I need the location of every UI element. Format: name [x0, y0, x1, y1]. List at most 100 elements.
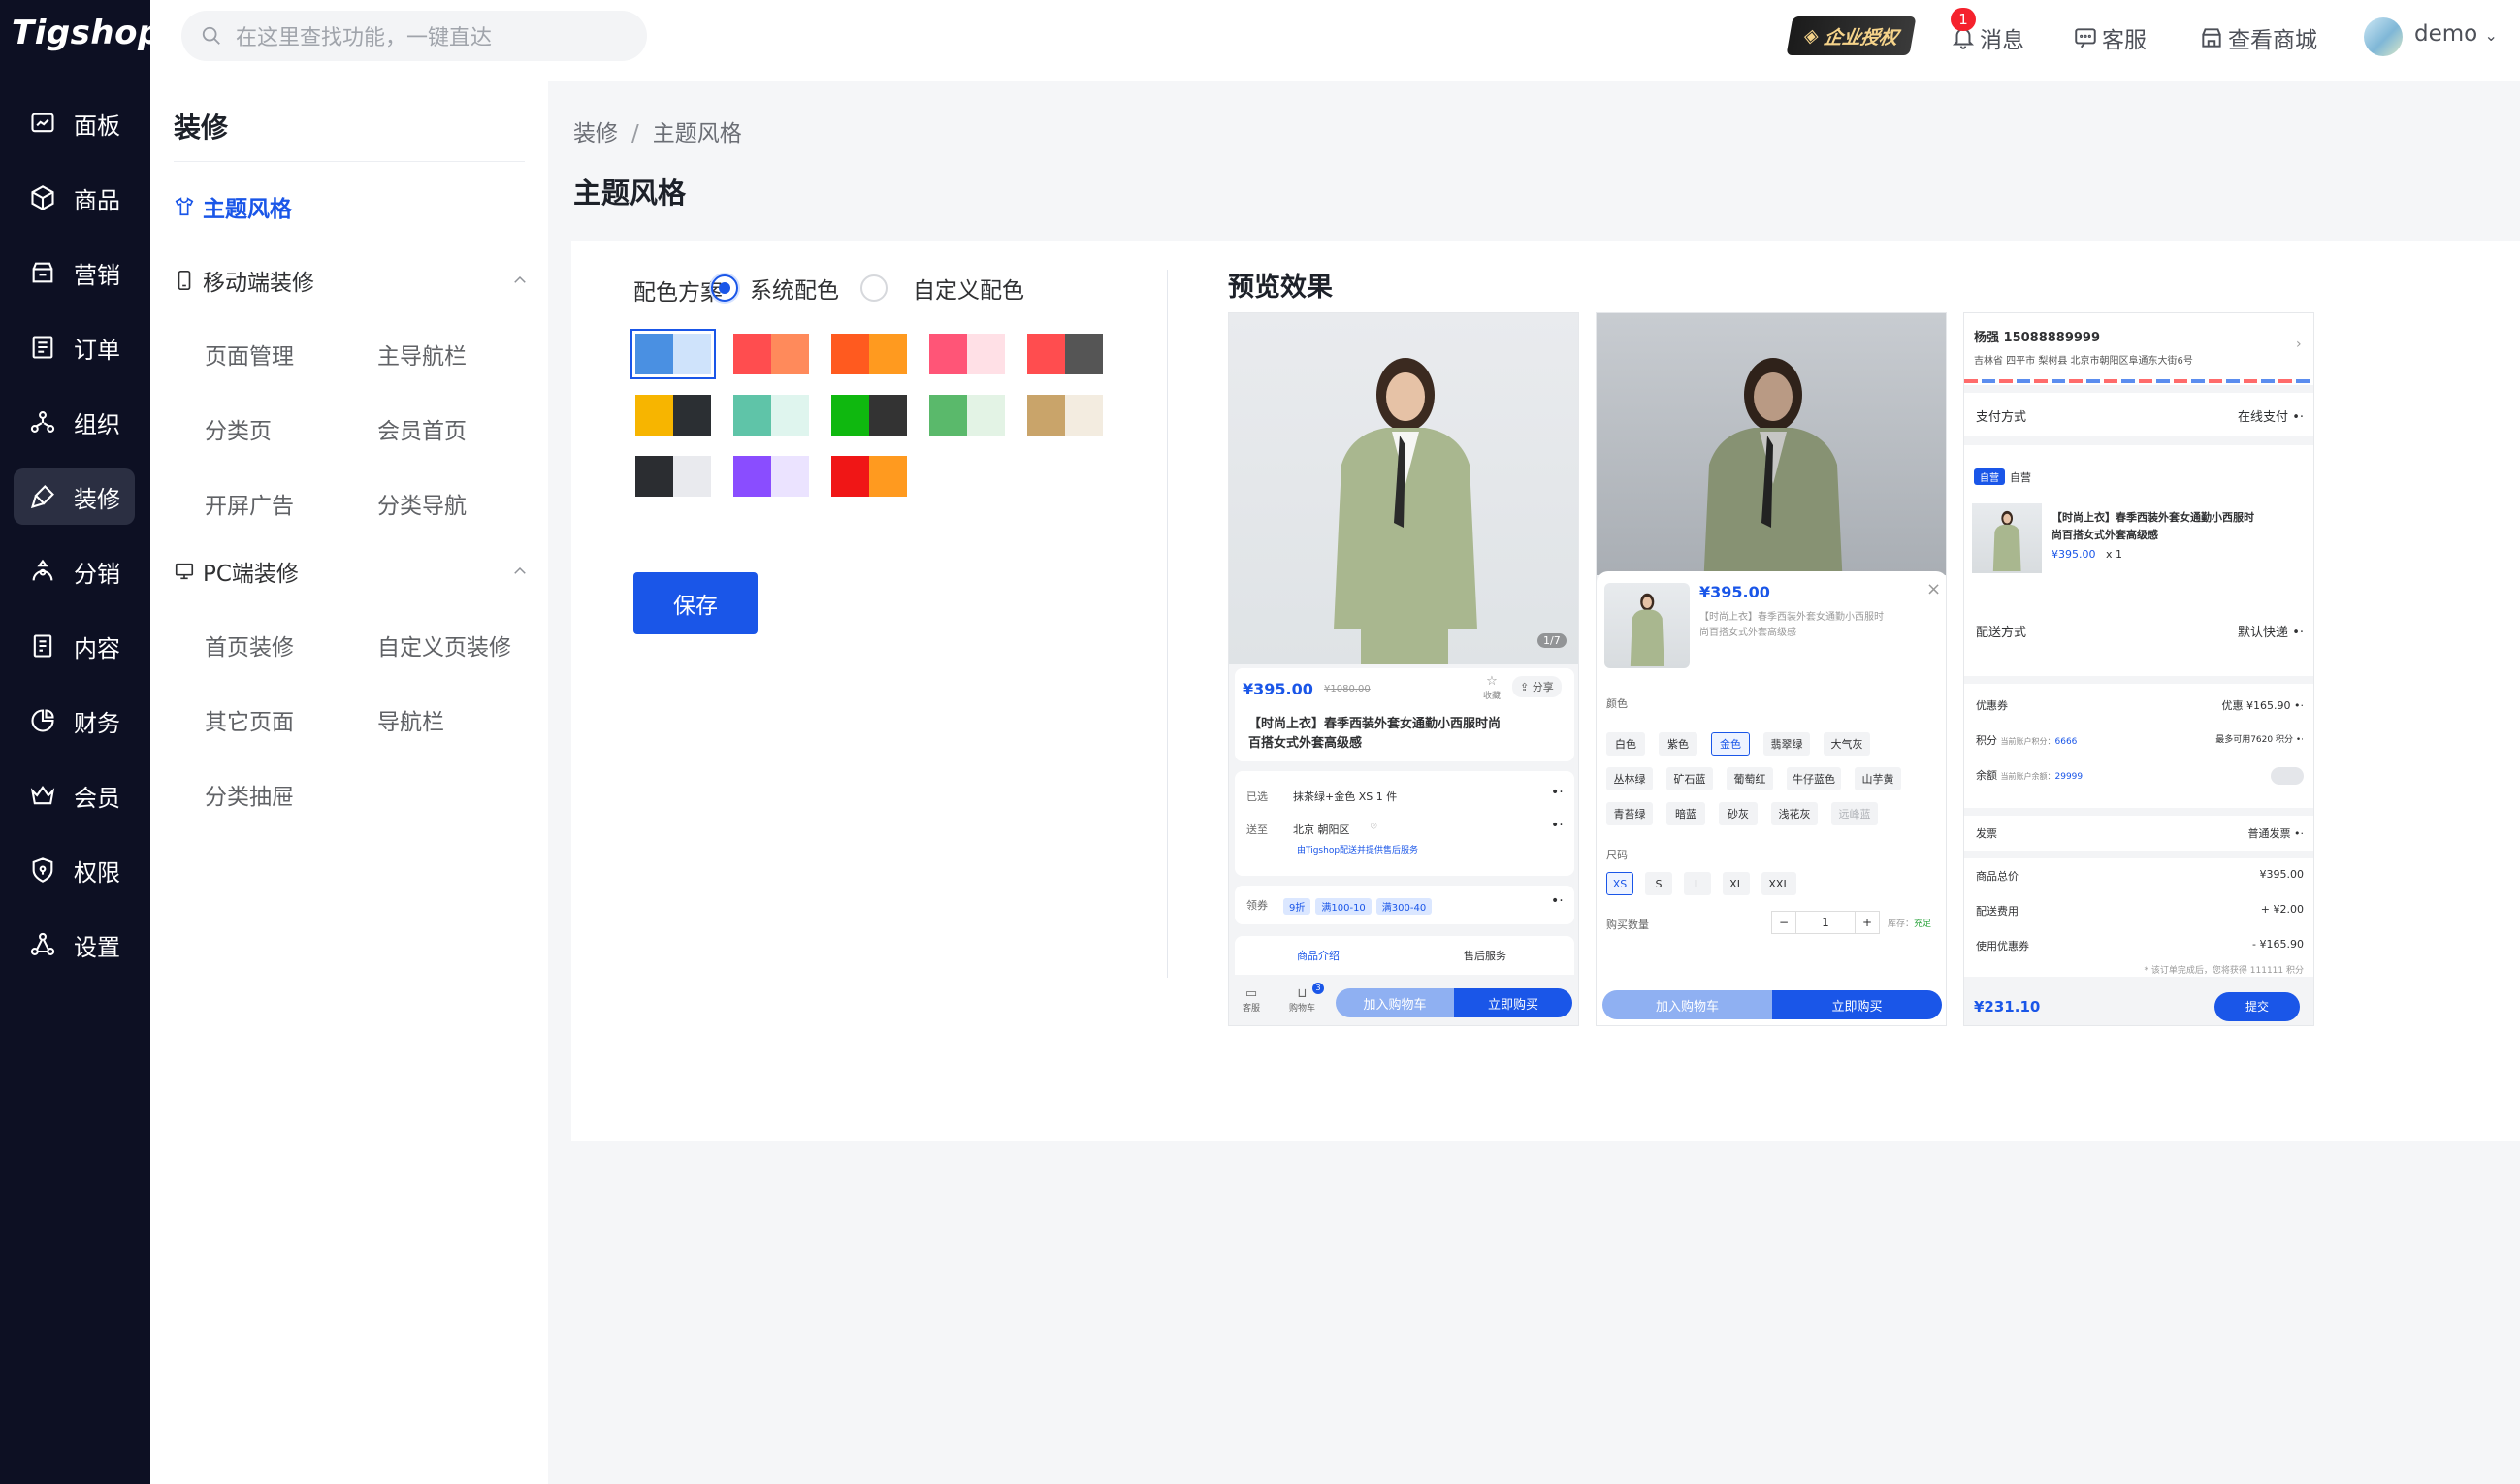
more-dots-icon[interactable]: •·	[1551, 893, 1564, 909]
color-option[interactable]: 青苔绿	[1606, 802, 1653, 825]
sidebar-subitem[interactable]: 自定义页装修	[377, 629, 511, 661]
sidebar-group-mobile[interactable]: 移动端装修	[174, 264, 314, 297]
sidebar-subitem[interactable]: 其它页面	[205, 703, 294, 736]
nav-item-8[interactable]: 财务	[14, 693, 135, 749]
color-swatch[interactable]	[630, 329, 716, 379]
sidebar-subitem[interactable]: 分类导航	[377, 487, 467, 520]
close-icon[interactable]: ×	[1926, 579, 1941, 599]
nav-cart-button[interactable]: ⊔ 购物车	[1289, 986, 1315, 1014]
sidebar-subitem[interactable]: 导航栏	[377, 703, 444, 736]
radio-custom-colors[interactable]: 自定义配色	[860, 272, 1024, 305]
quantity-stepper[interactable]: − 1 +	[1771, 911, 1880, 934]
chevron-up-icon[interactable]	[511, 272, 529, 289]
size-option[interactable]: S	[1645, 872, 1672, 895]
nav-item-4[interactable]: 组织	[14, 394, 135, 450]
color-option[interactable]: 白色	[1606, 732, 1645, 756]
add-to-cart-button[interactable]: 加入购物车	[1336, 988, 1454, 1017]
more-dots-icon[interactable]: •·	[1551, 785, 1564, 800]
size-option[interactable]: XL	[1723, 872, 1750, 895]
favorite-button[interactable]: ☆ 收藏	[1483, 674, 1501, 701]
color-option[interactable]: 山芋黄	[1855, 767, 1901, 790]
nav-item-11[interactable]: 设置	[14, 917, 135, 973]
more-dots-icon[interactable]: •·	[1551, 818, 1564, 833]
nav-item-9[interactable]: 会员	[14, 767, 135, 823]
coupon-row[interactable]: 优惠券 优惠 ¥165.90 •·	[1976, 697, 2304, 713]
sidebar-subitem[interactable]: 会员首页	[377, 412, 467, 445]
color-option[interactable]: 浅花灰	[1771, 802, 1818, 825]
color-option[interactable]: 远峰蓝	[1831, 802, 1878, 825]
nav-item-6[interactable]: 分销	[14, 543, 135, 599]
color-swatch[interactable]	[929, 334, 1005, 374]
logo[interactable]: Tigshop	[12, 14, 162, 52]
plus-button[interactable]: +	[1856, 912, 1879, 933]
quantity-value[interactable]: 1	[1795, 912, 1856, 933]
color-swatch[interactable]	[831, 395, 907, 436]
sidebar-item-theme[interactable]: 主题风格	[174, 190, 292, 223]
color-option[interactable]: 砂灰	[1719, 802, 1758, 825]
invoice-row[interactable]: 发票 普通发票 •·	[1964, 816, 2313, 851]
coupon-tags[interactable]: 9折 满100-10 满300-40	[1283, 896, 1437, 915]
nav-item-2[interactable]: 营销	[14, 244, 135, 301]
nav-item-7[interactable]: 内容	[14, 618, 135, 674]
sidebar-group-pc[interactable]: PC端装修	[174, 555, 299, 588]
sidebar-subitem[interactable]: 开屏广告	[205, 487, 294, 520]
color-swatch[interactable]	[733, 456, 809, 497]
nav-item-3[interactable]: 订单	[14, 319, 135, 375]
radio-system-colors[interactable]: 系统配色	[711, 272, 839, 305]
color-swatch[interactable]	[635, 395, 711, 436]
user-menu[interactable]: demo ⌄	[2414, 21, 2498, 47]
color-option[interactable]: 翡翠绿	[1763, 732, 1810, 756]
sidebar-subitem[interactable]: 页面管理	[205, 338, 294, 371]
chevron-up-icon[interactable]	[511, 563, 529, 580]
color-option[interactable]: 牛仔蓝色	[1787, 767, 1841, 790]
size-option[interactable]: L	[1684, 872, 1711, 895]
minus-button[interactable]: −	[1772, 912, 1795, 933]
sidebar-subitem[interactable]: 分类抽屉	[205, 778, 294, 811]
view-mall-link[interactable]: 查看商城	[2199, 21, 2317, 54]
submit-order-button[interactable]: 提交	[2214, 992, 2300, 1021]
color-swatch[interactable]	[733, 395, 809, 436]
nav-item-0[interactable]: 面板	[14, 95, 135, 151]
size-option[interactable]: XS	[1606, 872, 1633, 895]
color-swatch[interactable]	[831, 456, 907, 497]
add-to-cart-button[interactable]: 加入购物车	[1602, 990, 1772, 1019]
color-option[interactable]: 暗蓝	[1666, 802, 1705, 825]
balance-toggle[interactable]	[2271, 767, 2304, 785]
sidebar-subitem[interactable]: 分类页	[205, 412, 272, 445]
share-button[interactable]: ⇪ 分享	[1512, 676, 1562, 697]
save-button[interactable]: 保存	[633, 572, 758, 634]
color-swatch[interactable]	[831, 334, 907, 374]
points-row[interactable]: 积分 当前账户积分：6666 最多可用7620 积分 •·	[1976, 732, 2304, 748]
breadcrumb-item[interactable]: 装修	[573, 121, 618, 146]
address-card[interactable]: 杨强 15088889999 吉林省 四平市 梨树县 北京市朝阳区阜通东大街6号…	[1964, 313, 2313, 385]
customer-service-link[interactable]: 客服	[2073, 21, 2147, 54]
buy-now-button[interactable]: 立即购买	[1772, 990, 1942, 1019]
sidebar-subitem[interactable]: 首页装修	[205, 629, 294, 661]
payment-row[interactable]: 支付方式 在线支付 •·	[1964, 393, 2313, 436]
color-option[interactable]: 紫色	[1659, 732, 1697, 756]
tab-after-sales[interactable]: 售后服务	[1464, 948, 1506, 963]
ship-value[interactable]: 北京 朝阳区	[1293, 822, 1350, 837]
enterprise-badge[interactable]: ◈ 企业授权	[1786, 16, 1917, 55]
color-option[interactable]: 矿石蓝	[1666, 767, 1713, 790]
color-swatch[interactable]	[1027, 334, 1103, 374]
color-swatch[interactable]	[929, 395, 1005, 436]
color-option[interactable]: 葡萄红	[1727, 767, 1773, 790]
color-swatch[interactable]	[733, 334, 809, 374]
color-swatch[interactable]	[635, 456, 711, 497]
color-option[interactable]: 丛林绿	[1606, 767, 1653, 790]
buy-now-button[interactable]: 立即购买	[1454, 988, 1572, 1017]
color-option[interactable]: 大气灰	[1824, 732, 1870, 756]
nav-item-10[interactable]: 权限	[14, 842, 135, 898]
color-option[interactable]: 金色	[1711, 732, 1750, 756]
search-input[interactable]: 在这里查找功能，一键直达	[181, 11, 647, 61]
avatar[interactable]	[2364, 17, 2403, 56]
size-option[interactable]: XXL	[1761, 872, 1796, 895]
tab-product-intro[interactable]: 商品介绍	[1297, 948, 1340, 963]
delivery-row[interactable]: 配送方式 默认快递 •·	[1976, 622, 2304, 640]
color-swatch[interactable]	[1027, 395, 1103, 436]
sidebar-subitem[interactable]: 主导航栏	[377, 338, 467, 371]
nav-item-5[interactable]: 装修	[14, 468, 135, 525]
selected-value[interactable]: 抹茶绿+金色 XS 1 件	[1293, 789, 1397, 804]
nav-item-1[interactable]: 商品	[14, 170, 135, 226]
